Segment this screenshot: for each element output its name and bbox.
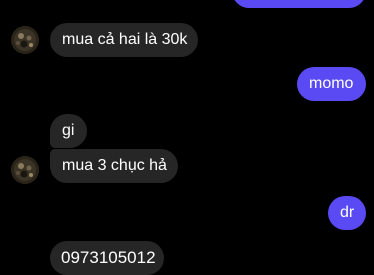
message-text: momo (309, 75, 354, 92)
incoming-message-bubble[interactable]: gi (50, 114, 87, 148)
contact-avatar-icon[interactable] (11, 156, 39, 184)
incoming-message-bubble[interactable]: mua 3 chục hả (50, 149, 178, 183)
message-text: gi (62, 122, 75, 139)
outgoing-message-bubble[interactable]: momo (297, 67, 366, 101)
outgoing-message-bubble[interactable] (232, 0, 366, 8)
outgoing-message-bubble[interactable]: dr (328, 196, 366, 230)
message-text: dr (340, 204, 355, 221)
incoming-message-bubble[interactable]: 0973105012 (50, 241, 164, 275)
message-text: mua 3 chục hả (62, 157, 167, 174)
message-text: mua cả hai là 30k (62, 31, 188, 48)
contact-avatar-icon[interactable] (11, 26, 39, 54)
chat-thread: mua cả hai là 30k momo gi mua 3 chục hả … (0, 0, 374, 275)
incoming-message-bubble[interactable]: mua cả hai là 30k (50, 23, 198, 57)
message-text: 0973105012 (61, 248, 156, 267)
